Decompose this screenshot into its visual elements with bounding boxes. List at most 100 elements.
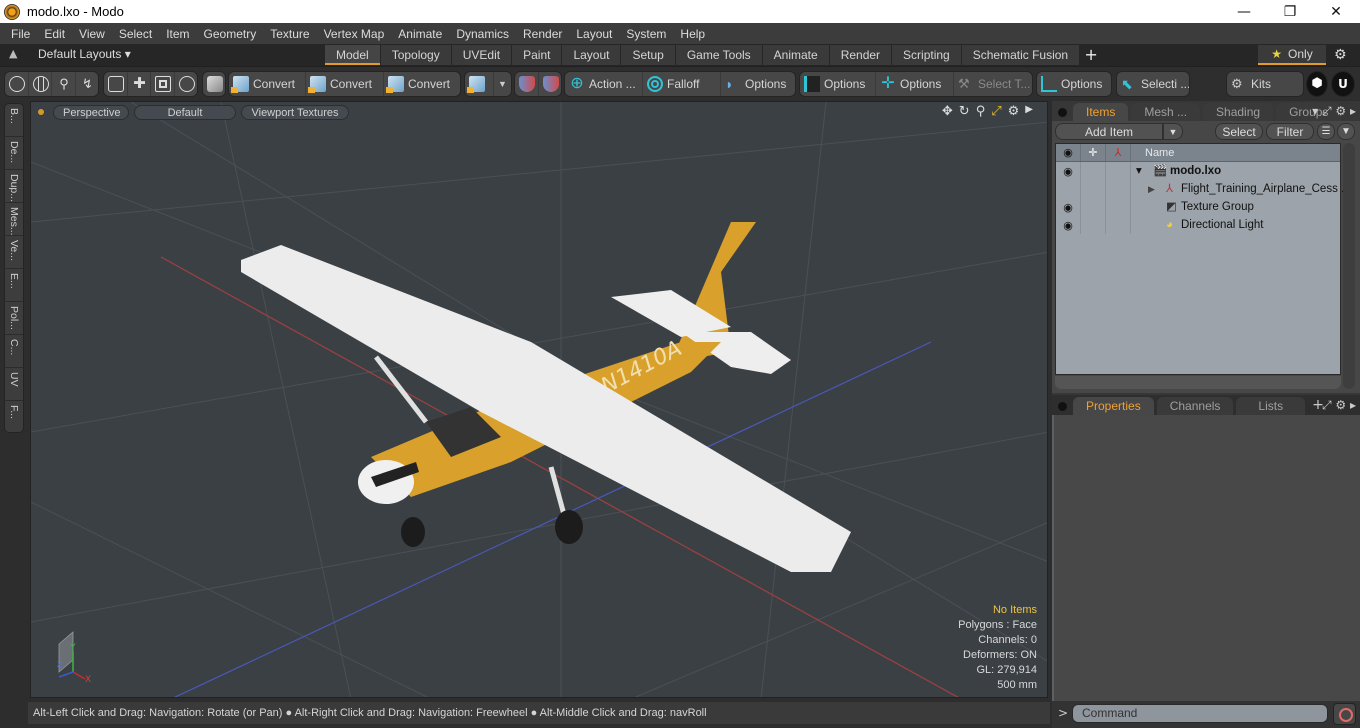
add-item-button[interactable]: Add Item — [1055, 123, 1163, 140]
add-tab-button[interactable]: + — [1080, 45, 1102, 65]
tab-properties[interactable]: Properties — [1073, 397, 1154, 415]
tab-uvedit[interactable]: UVEdit — [451, 45, 512, 65]
unreal-button[interactable]: U — [1331, 71, 1355, 97]
menu-render[interactable]: Render — [516, 27, 569, 41]
horizontal-scrollbar[interactable] — [1055, 376, 1341, 389]
visibility-eye-icon[interactable]: ◉ — [1063, 201, 1073, 214]
rail-polygon[interactable]: Pol... — [5, 302, 23, 335]
viewport-textures-dropdown[interactable]: Viewport Textures — [241, 104, 349, 120]
panel-menu-dot[interactable] — [1058, 402, 1067, 411]
kits-button[interactable]: ⚙ Kits — [1227, 72, 1303, 96]
pen-tool-button[interactable]: ⚲ — [52, 72, 76, 96]
list-options-button[interactable]: ☰ — [1317, 123, 1335, 140]
uv-mode-button[interactable]: ✚ — [128, 72, 151, 96]
close-button[interactable]: ✕ — [1313, 0, 1359, 23]
options-button-2[interactable]: Options — [800, 72, 876, 96]
convert-button-3[interactable]: Convert — [384, 72, 460, 96]
pivot-mode-button[interactable] — [175, 72, 198, 96]
tab-game-tools[interactable]: Game Tools — [675, 45, 762, 65]
tree-row-mesh[interactable]: ▶ ⅄ Flight_Training_Airplane_Cess ... — [1056, 180, 1351, 198]
tab-animate[interactable]: Animate — [762, 45, 829, 65]
command-input[interactable]: Command — [1072, 704, 1328, 723]
only-toggle-button[interactable]: ★ Only — [1258, 45, 1326, 65]
filter-button[interactable]: Filter — [1266, 123, 1314, 140]
visibility-eye-icon[interactable]: ◉ — [1063, 219, 1073, 232]
menu-edit[interactable]: Edit — [37, 27, 72, 41]
tabs-dropdown-icon[interactable]: ▾ — [1312, 104, 1318, 118]
material-mode-button[interactable] — [151, 72, 175, 96]
tab-paint[interactable]: Paint — [512, 45, 562, 65]
expand-arrow-icon[interactable]: ▾ — [1136, 162, 1142, 180]
menu-help[interactable]: Help — [673, 27, 712, 41]
panel-gear-icon[interactable]: ⚙ — [1335, 104, 1346, 118]
type-column-header[interactable]: ⅄ — [1106, 144, 1131, 161]
select-button[interactable]: Select — [1215, 123, 1263, 140]
panel-expand-icon[interactable]: ▸ — [1350, 104, 1356, 118]
record-macro-button[interactable] — [1333, 703, 1356, 725]
menu-texture[interactable]: Texture — [263, 27, 316, 41]
menu-layout[interactable]: Layout — [569, 27, 619, 41]
tab-lists[interactable]: Lists — [1236, 397, 1306, 415]
panel-maximize-icon[interactable]: ⤢ — [1322, 104, 1332, 118]
tab-schematic-fusion[interactable]: Schematic Fusion — [961, 45, 1080, 65]
primitive-dropdown[interactable]: ▼ — [494, 72, 511, 96]
menu-vertex-map[interactable]: Vertex Map — [317, 27, 392, 41]
items-mode-button[interactable] — [104, 72, 128, 96]
menu-dynamics[interactable]: Dynamics — [449, 27, 516, 41]
menu-system[interactable]: System — [619, 27, 673, 41]
panel-menu-dot[interactable] — [1058, 108, 1067, 117]
rail-basic[interactable]: B... — [5, 104, 23, 137]
rotate-icon[interactable]: ↻ — [959, 104, 970, 119]
action-center-button[interactable]: ⊕ Action ... — [565, 72, 643, 96]
maximize-button[interactable]: ❐ — [1267, 0, 1313, 23]
menu-file[interactable]: File — [4, 27, 37, 41]
3d-viewport[interactable]: Perspective Default Viewport Textures ✥ … — [30, 101, 1048, 698]
menu-item[interactable]: Item — [159, 27, 196, 41]
view-mode-dropdown[interactable]: Perspective — [53, 104, 129, 120]
tab-render[interactable]: Render — [829, 45, 892, 65]
tab-mesh[interactable]: Mesh ... — [1131, 103, 1201, 121]
selection-sets-button[interactable]: ⬉ Selecti ... — [1117, 72, 1189, 96]
symmetry-button-2[interactable] — [539, 72, 562, 96]
falloff-button[interactable]: Falloff — [643, 72, 721, 96]
visibility-eye-icon[interactable]: ◉ — [1063, 165, 1073, 178]
options-button-1[interactable]: ◗ Options — [721, 72, 795, 96]
expand-arrow-icon[interactable]: ▶ — [1025, 104, 1033, 119]
panel-gear-icon[interactable]: ⚙ — [1335, 398, 1346, 412]
rail-uv[interactable]: UV — [5, 368, 23, 401]
rail-curve[interactable]: C... — [5, 335, 23, 368]
rail-duplicate[interactable]: Dup... — [5, 170, 23, 203]
menu-select[interactable]: Select — [112, 27, 159, 41]
rail-edge[interactable]: E... — [5, 269, 23, 302]
symmetry-button-1[interactable] — [515, 72, 539, 96]
tab-topology[interactable]: Topology — [380, 45, 451, 65]
pan-icon[interactable]: ✥ — [942, 104, 953, 119]
rail-deform[interactable]: De... — [5, 137, 23, 170]
expand-arrow-icon[interactable]: ▶ — [1148, 180, 1155, 198]
convert-button-1[interactable]: Convert — [229, 72, 306, 96]
tab-layout[interactable]: Layout — [562, 45, 621, 65]
viewport-menu-dot[interactable] — [38, 109, 44, 115]
collapse-arrow-icon[interactable]: ▲ — [9, 47, 17, 60]
tree-row-light[interactable]: ◉ ◕ Directional Light — [1056, 216, 1340, 234]
shading-dropdown[interactable]: Default — [134, 104, 236, 120]
mesh-cube-button[interactable] — [203, 72, 225, 96]
menu-animate[interactable]: Animate — [391, 27, 449, 41]
tab-items[interactable]: Items — [1073, 103, 1129, 121]
maximize-viewport-icon[interactable]: ⤢ — [991, 104, 1001, 119]
select-vertices-button[interactable] — [5, 72, 29, 96]
tab-shading[interactable]: Shading — [1203, 103, 1274, 121]
edge-tool-button[interactable]: ↯ — [76, 72, 99, 96]
select-through-button[interactable]: ⚒ Select T... — [954, 72, 1032, 96]
tab-model[interactable]: Model — [325, 45, 380, 65]
lock-column-header[interactable]: ✛ — [1081, 144, 1106, 161]
convert-button-2[interactable]: Convert — [306, 72, 384, 96]
primitive-cube-button[interactable] — [465, 72, 494, 96]
options-button-3[interactable]: ✛ Options — [876, 72, 954, 96]
add-item-dropdown[interactable]: ▼ — [1163, 123, 1183, 140]
menu-view[interactable]: View — [72, 27, 112, 41]
filter-funnel-button[interactable]: ▼ — [1337, 123, 1355, 140]
select-globe-button[interactable] — [29, 72, 52, 96]
panel-maximize-icon[interactable]: ⤢ — [1322, 398, 1332, 412]
zoom-icon[interactable]: ⚲ — [976, 104, 986, 119]
